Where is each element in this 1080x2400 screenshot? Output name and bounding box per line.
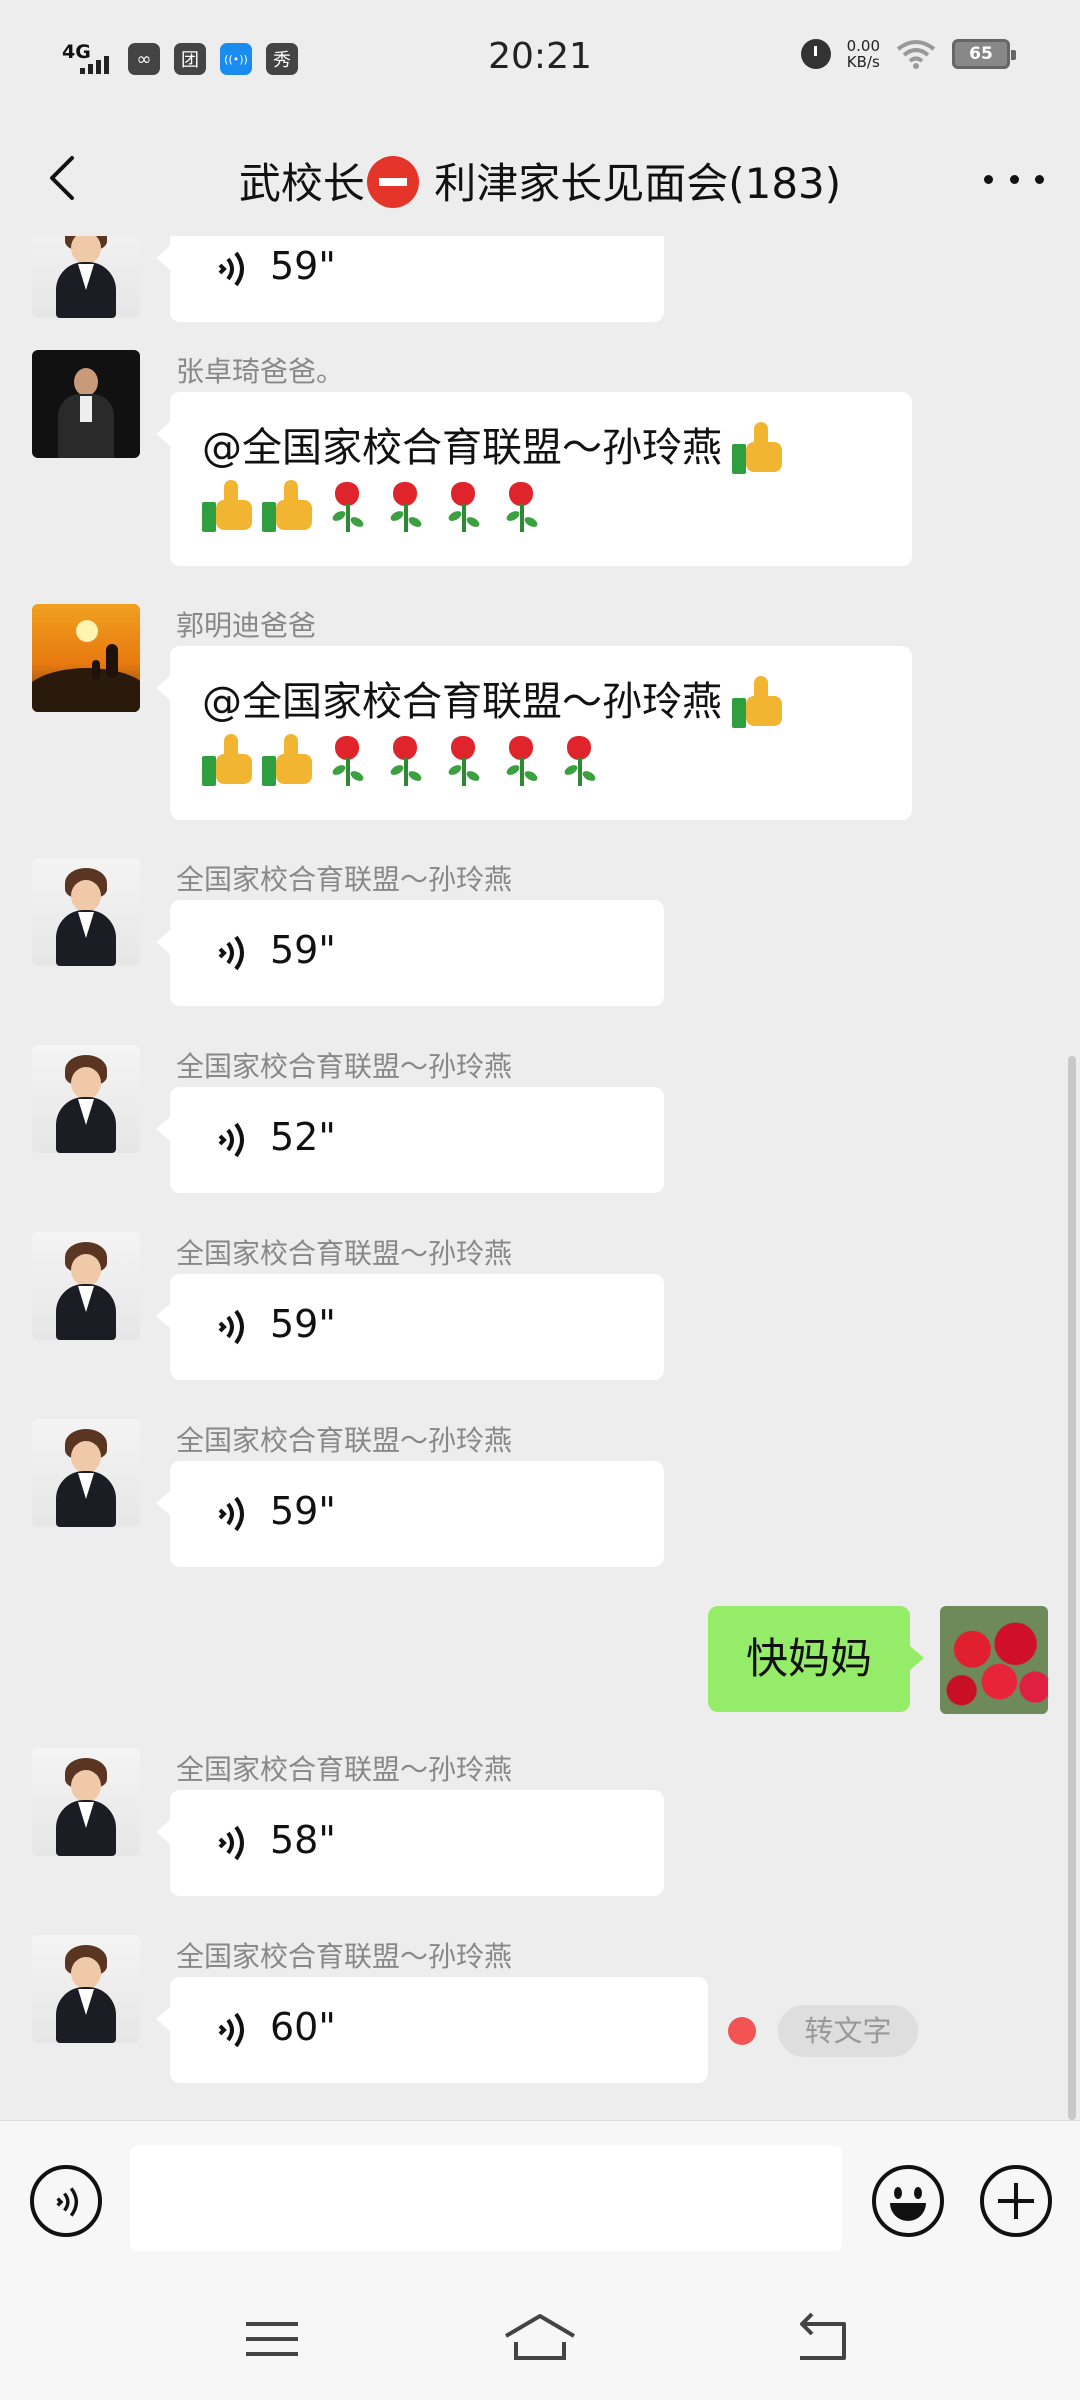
sender-name: 全国家校合育联盟～孙玲燕 (176, 863, 513, 896)
transcribe-button[interactable]: 转文字 (778, 2005, 918, 2057)
voice-duration: 59" (270, 244, 336, 288)
unread-dot (728, 2017, 756, 2045)
avatar[interactable] (32, 1748, 140, 1856)
text-message[interactable]: @全国家校合育联盟～孙玲燕 (156, 646, 912, 820)
voice-message[interactable]: 52" (156, 1087, 664, 1193)
voice-duration: 59" (270, 928, 336, 972)
thumbs-up-icon (262, 480, 314, 532)
voice-message[interactable]: 59" (156, 1461, 664, 1567)
mention-text: @全国家校合育联盟～孙玲燕 (202, 679, 722, 725)
voice-duration: 59" (270, 1489, 336, 1533)
back-icon[interactable] (784, 2304, 864, 2374)
home-icon[interactable] (500, 2304, 580, 2374)
sender-name: 全国家校合育联盟～孙玲燕 (176, 1753, 513, 1786)
sender-name: 全国家校合育联盟～孙玲燕 (176, 1237, 513, 1270)
voice-wave-icon (218, 1496, 244, 1532)
thumbs-up-icon (732, 676, 784, 728)
rose-icon (496, 734, 546, 786)
rose-icon (322, 734, 372, 786)
rose-icon (322, 480, 372, 532)
sender-name: 全国家校合育联盟～孙玲燕 (176, 1050, 513, 1083)
battery-level: 65 (969, 44, 993, 64)
avatar[interactable] (32, 350, 140, 458)
mention-text: @全国家校合育联盟～孙玲燕 (202, 425, 722, 471)
my-text-message[interactable]: 快妈妈 (708, 1606, 924, 1712)
rose-icon (438, 480, 488, 532)
status-bar: 4G ∞ 团 ((•)) 秀 20:21 0.00 KB/s 65 (0, 0, 1080, 124)
thumbs-up-icon (202, 480, 254, 532)
chat-title-suffix: 利津家长见面会(183) (434, 159, 842, 208)
voice-message[interactable]: 58" (156, 1790, 664, 1896)
sender-name: 张卓琦爸爸。 (176, 355, 345, 388)
chat-area[interactable]: 59" 张卓琦爸爸。 @全国家校合育联盟～孙玲燕 郭明迪爸爸 @全国家校合育联盟… (0, 236, 1080, 2120)
voice-message[interactable]: 59" (156, 236, 664, 322)
sender-name: 郭明迪爸爸 (176, 609, 317, 642)
menu-icon[interactable] (232, 2304, 312, 2374)
chat-title-prefix: 武校长 (238, 159, 365, 208)
voice-input-button[interactable] (30, 2165, 102, 2237)
battery-icon: 65 (952, 39, 1016, 69)
voice-wave-icon (218, 2012, 244, 2048)
thumbs-up-icon (202, 734, 254, 786)
my-avatar[interactable] (940, 1606, 1048, 1714)
avatar[interactable] (32, 858, 140, 966)
voice-wave-icon (56, 2187, 79, 2217)
input-bar (0, 2120, 1080, 2280)
rose-icon (496, 480, 546, 532)
voice-wave-icon (218, 1122, 244, 1158)
voice-wave-icon (218, 251, 244, 287)
voice-message[interactable]: 59" (156, 900, 664, 1006)
voice-duration: 52" (270, 1115, 336, 1159)
message-input[interactable] (130, 2145, 842, 2251)
alarm-icon (800, 39, 831, 69)
speed-value: 0.00 (846, 37, 880, 55)
voice-message[interactable]: 59" (156, 1274, 664, 1380)
avatar[interactable] (32, 604, 140, 712)
thumbs-up-icon (262, 734, 314, 786)
network-speed: 0.00 KB/s (847, 38, 880, 70)
back-arrow-icon[interactable] (36, 148, 96, 208)
title-bar: 武校长 利津家长见面会(183) (0, 124, 1080, 236)
voice-message[interactable]: 60" (156, 1977, 708, 2083)
avatar[interactable] (32, 1232, 140, 1340)
more-options-icon[interactable] (984, 164, 1044, 194)
voice-wave-icon (218, 1309, 244, 1345)
sender-name: 全国家校合育联盟～孙玲燕 (176, 1424, 513, 1457)
voice-duration: 60" (270, 2005, 336, 2049)
avatar[interactable] (32, 1045, 140, 1153)
rose-icon (438, 734, 488, 786)
emoji-icon[interactable] (872, 2165, 944, 2237)
status-right: 0.00 KB/s 65 (800, 38, 1016, 70)
thumbs-up-icon (732, 422, 784, 474)
rose-icon (554, 734, 604, 786)
rose-icon (380, 734, 430, 786)
voice-duration: 58" (270, 1818, 336, 1862)
voice-duration: 59" (270, 1302, 336, 1346)
sender-name: 全国家校合育联盟～孙玲燕 (176, 1940, 513, 1973)
avatar[interactable] (32, 1419, 140, 1527)
avatar[interactable] (32, 1935, 140, 2043)
add-more-icon[interactable] (980, 2165, 1052, 2237)
avatar[interactable] (32, 236, 140, 318)
stop-sign-icon (366, 156, 419, 208)
chat-title: 武校长 利津家长见面会(183) (120, 150, 960, 211)
system-nav-bar (0, 2280, 1080, 2400)
voice-wave-icon (218, 1825, 244, 1861)
chat-scrollbar[interactable] (1068, 1056, 1076, 2120)
rose-icon (380, 480, 430, 532)
text-message[interactable]: @全国家校合育联盟～孙玲燕 (156, 392, 912, 566)
speed-unit: KB/s (846, 53, 880, 71)
wifi-icon (896, 40, 936, 69)
voice-wave-icon (218, 935, 244, 971)
